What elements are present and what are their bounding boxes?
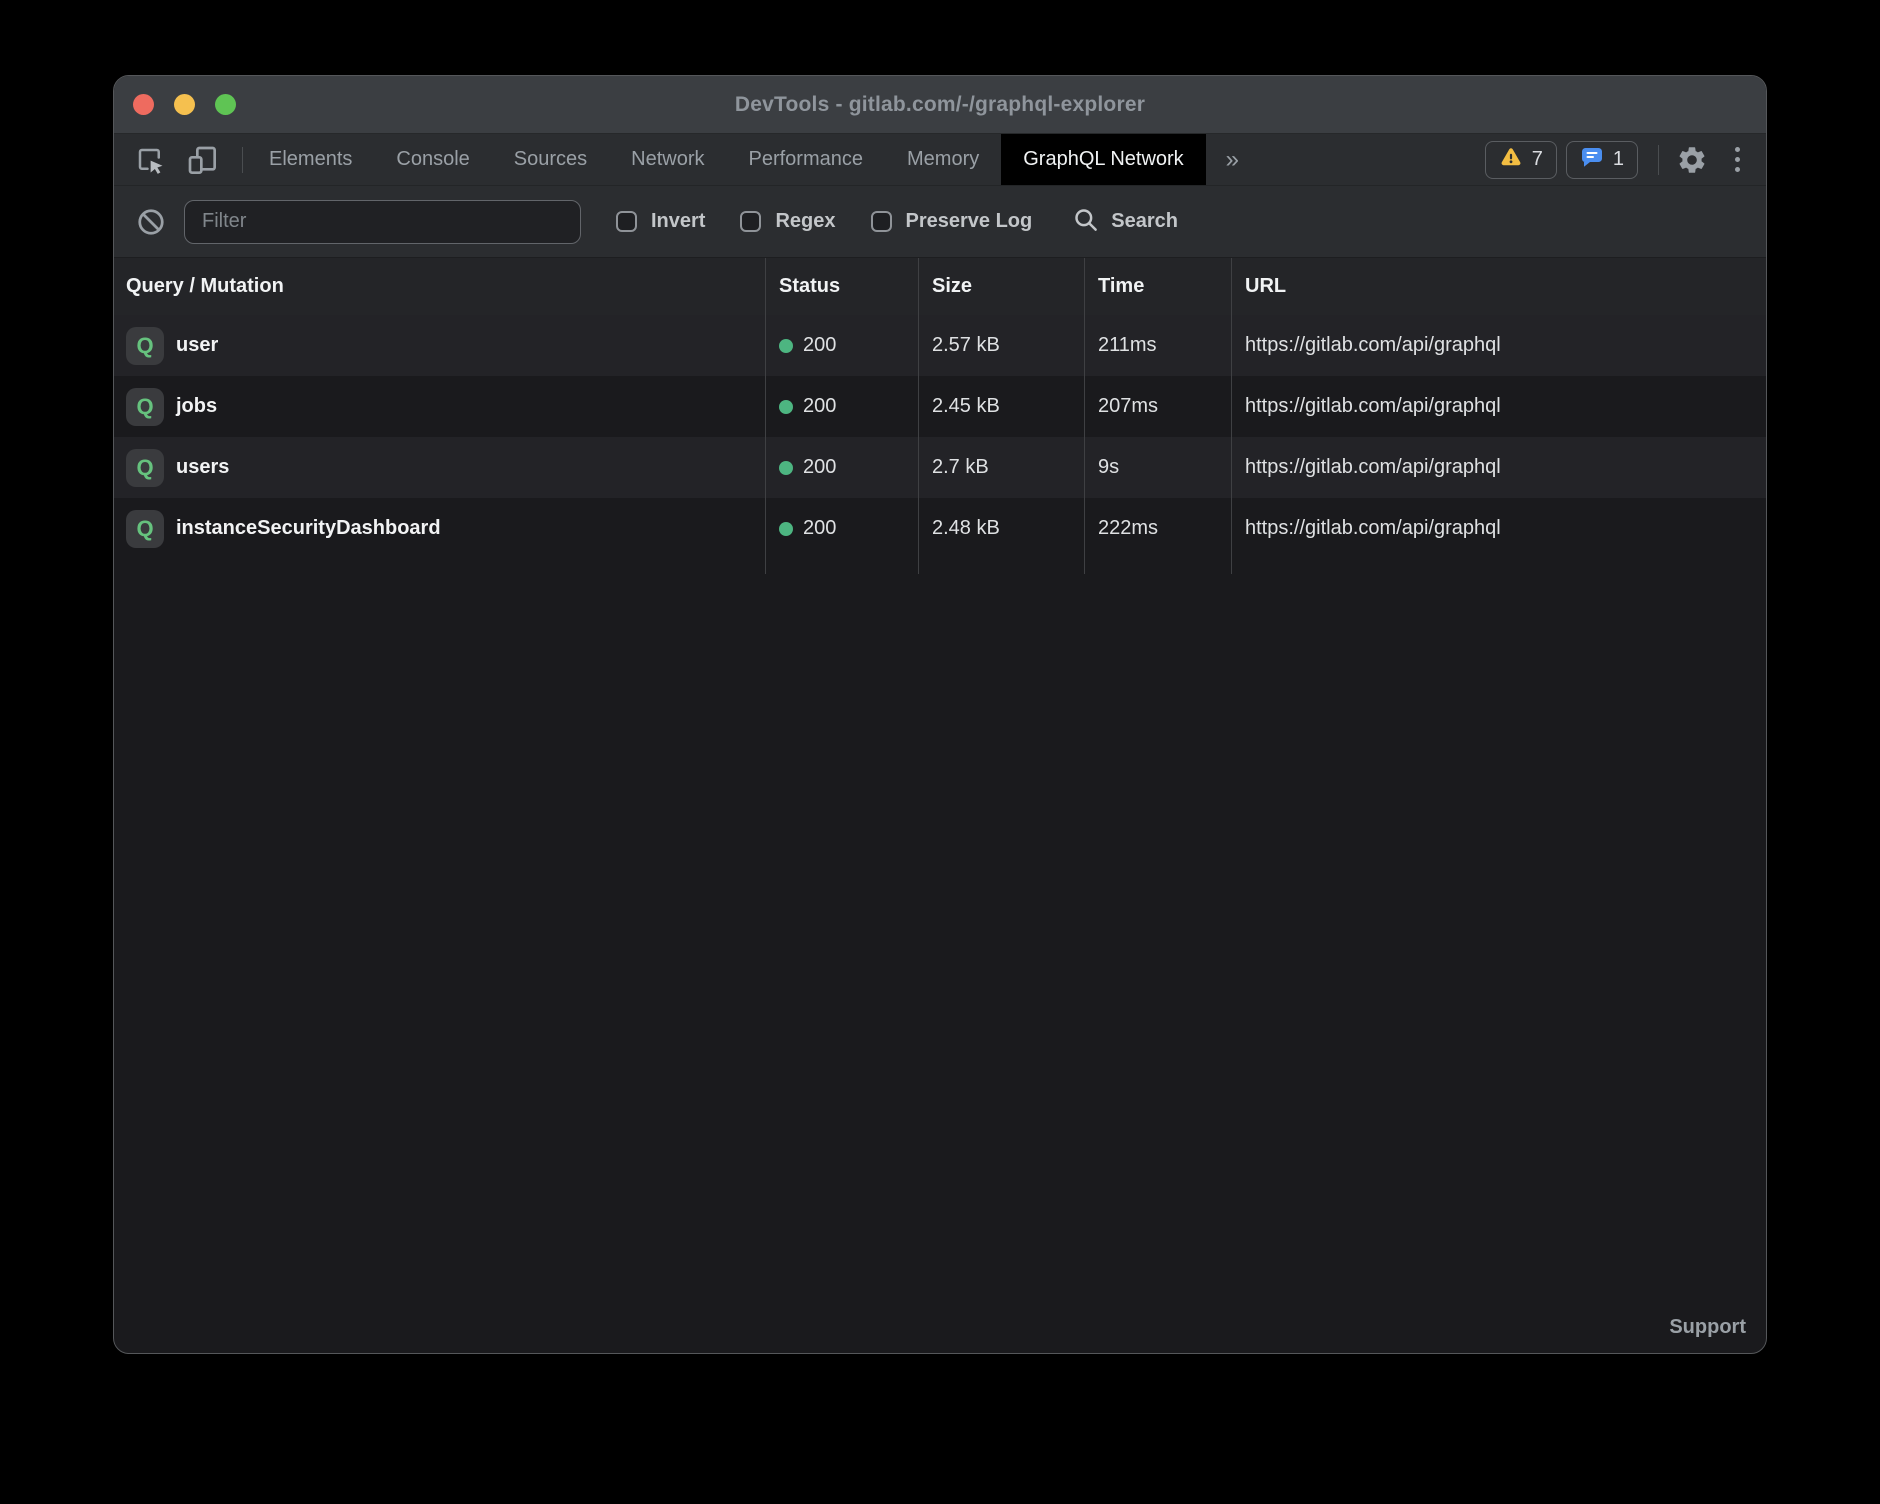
warning-icon (1499, 145, 1523, 175)
regex-checkbox[interactable]: Regex (740, 210, 835, 233)
toolbar-divider (1658, 145, 1659, 175)
url-value: https://gitlab.com/api/graphql (1245, 334, 1501, 357)
tab-sources[interactable]: Sources (492, 134, 609, 185)
column-header-status[interactable]: Status (765, 258, 918, 315)
issues-badge[interactable]: 1 (1566, 141, 1638, 179)
status-ok-dot (779, 522, 793, 536)
column-header-size[interactable]: Size (918, 258, 1084, 315)
table-row[interactable]: Q users 200 2.7 kB 9s https://gitlab.com… (114, 437, 1766, 498)
devtools-tab-bar: Elements Console Sources Network Perform… (114, 134, 1766, 186)
tab-memory[interactable]: Memory (885, 134, 1001, 185)
devtools-window: DevTools - gitlab.com/-/graphql-explorer… (113, 75, 1767, 1354)
tab-console[interactable]: Console (374, 134, 491, 185)
size-value: 2.45 kB (932, 395, 1000, 418)
inspect-element-icon[interactable] (134, 144, 166, 176)
query-type-badge: Q (126, 449, 164, 487)
status-ok-dot (779, 400, 793, 414)
message-bubble-icon (1580, 145, 1604, 175)
warnings-count: 7 (1532, 148, 1543, 171)
size-value: 2.57 kB (932, 334, 1000, 357)
column-header-query-mutation[interactable]: Query / Mutation (114, 258, 765, 315)
url-value: https://gitlab.com/api/graphql (1245, 456, 1501, 479)
status-code: 200 (803, 517, 836, 540)
query-name: jobs (176, 395, 217, 418)
status-ok-dot (779, 339, 793, 353)
warnings-badge[interactable]: 7 (1485, 141, 1557, 179)
device-toolbar-icon[interactable] (186, 144, 218, 176)
checkbox-icon (740, 211, 761, 232)
toolbar-divider (242, 147, 243, 173)
checkbox-icon (871, 211, 892, 232)
table-row[interactable]: Q jobs 200 2.45 kB 207ms https://gitlab.… (114, 376, 1766, 437)
column-header-url[interactable]: URL (1231, 258, 1766, 315)
status-code: 200 (803, 395, 836, 418)
panel-tabs: Elements Console Sources Network Perform… (247, 134, 1206, 185)
status-ok-dot (779, 461, 793, 475)
toolbar-right-group: 7 1 (1476, 141, 1750, 179)
status-code: 200 (803, 334, 836, 357)
table-row[interactable]: Q instanceSecurityDashboard 200 2.48 kB … (114, 498, 1766, 559)
clear-block-icon[interactable] (136, 207, 166, 237)
query-type-badge: Q (126, 327, 164, 365)
query-name: instanceSecurityDashboard (176, 517, 441, 540)
table-row[interactable]: Q user 200 2.57 kB 211ms https://gitlab.… (114, 315, 1766, 376)
time-value: 207ms (1098, 395, 1158, 418)
more-options-kebab-icon[interactable] (1725, 141, 1750, 178)
invert-checkbox[interactable]: Invert (616, 210, 705, 233)
checkbox-icon (616, 211, 637, 232)
search-icon (1072, 206, 1099, 238)
url-value: https://gitlab.com/api/graphql (1245, 395, 1501, 418)
time-value: 211ms (1098, 334, 1157, 357)
table-body: Q user 200 2.57 kB 211ms https://gitlab.… (114, 315, 1766, 574)
time-value: 222ms (1098, 517, 1158, 540)
size-value: 2.7 kB (932, 456, 989, 479)
settings-gear-icon[interactable] (1675, 143, 1709, 177)
query-type-badge: Q (126, 510, 164, 548)
support-link[interactable]: Support (1669, 1316, 1746, 1339)
filter-input[interactable] (184, 200, 581, 244)
tab-network[interactable]: Network (609, 134, 726, 185)
title-bar: DevTools - gitlab.com/-/graphql-explorer (114, 76, 1766, 134)
window-title: DevTools - gitlab.com/-/graphql-explorer (114, 93, 1766, 117)
time-value: 9s (1098, 456, 1119, 479)
tab-performance[interactable]: Performance (727, 134, 886, 185)
url-value: https://gitlab.com/api/graphql (1245, 517, 1501, 540)
preserve-log-checkbox[interactable]: Preserve Log (871, 210, 1033, 233)
tab-elements[interactable]: Elements (247, 134, 374, 185)
column-divider-extension (114, 559, 1766, 574)
search-button[interactable]: Search (1072, 206, 1178, 238)
query-type-badge: Q (126, 388, 164, 426)
query-name: users (176, 456, 229, 479)
panel-empty-area: Support (114, 574, 1766, 1353)
table-header: Query / Mutation Status Size Time URL (114, 258, 1766, 315)
filter-toolbar: Invert Regex Preserve Log Search (114, 186, 1766, 258)
issues-count: 1 (1613, 148, 1624, 171)
column-header-time[interactable]: Time (1084, 258, 1231, 315)
more-tabs-chevron-icon[interactable]: » (1206, 146, 1259, 174)
tab-graphql-network[interactable]: GraphQL Network (1001, 134, 1205, 185)
query-name: user (176, 334, 218, 357)
size-value: 2.48 kB (932, 517, 1000, 540)
status-code: 200 (803, 456, 836, 479)
